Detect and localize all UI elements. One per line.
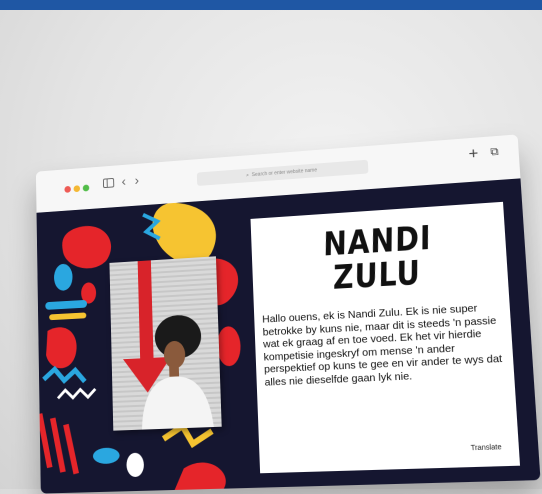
new-tab-icon[interactable]: +: [468, 145, 479, 164]
portrait-photo: [109, 256, 221, 430]
translate-link[interactable]: Translate: [471, 444, 502, 452]
forward-icon[interactable]: ›: [134, 173, 139, 187]
address-placeholder: Search or enter website name: [252, 167, 318, 178]
artist-bio: Hallo ouens, ek is Nandi Zulu. Ek is nie…: [262, 301, 506, 389]
search-icon: ⌕: [246, 173, 249, 179]
address-bar[interactable]: ⌕ Search or enter website name: [197, 160, 369, 186]
artist-name: NANDI ZULU: [270, 217, 486, 298]
sidebar-icon[interactable]: [103, 178, 114, 192]
maximize-window-button[interactable]: [83, 184, 90, 191]
page-content: NANDI ZULU Hallo ouens, ek is Nandi Zulu…: [37, 178, 541, 493]
profile-card: NANDI ZULU Hallo ouens, ek is Nandi Zulu…: [251, 202, 521, 473]
tabs-overview-icon[interactable]: ⧉: [490, 146, 499, 160]
minimize-window-button[interactable]: [74, 185, 81, 192]
close-window-button[interactable]: [64, 186, 71, 193]
top-header-bar: [0, 0, 542, 10]
browser-window: ‹ › ⌕ Search or enter website name + ⧉: [36, 134, 541, 493]
back-icon[interactable]: ‹: [121, 174, 126, 188]
